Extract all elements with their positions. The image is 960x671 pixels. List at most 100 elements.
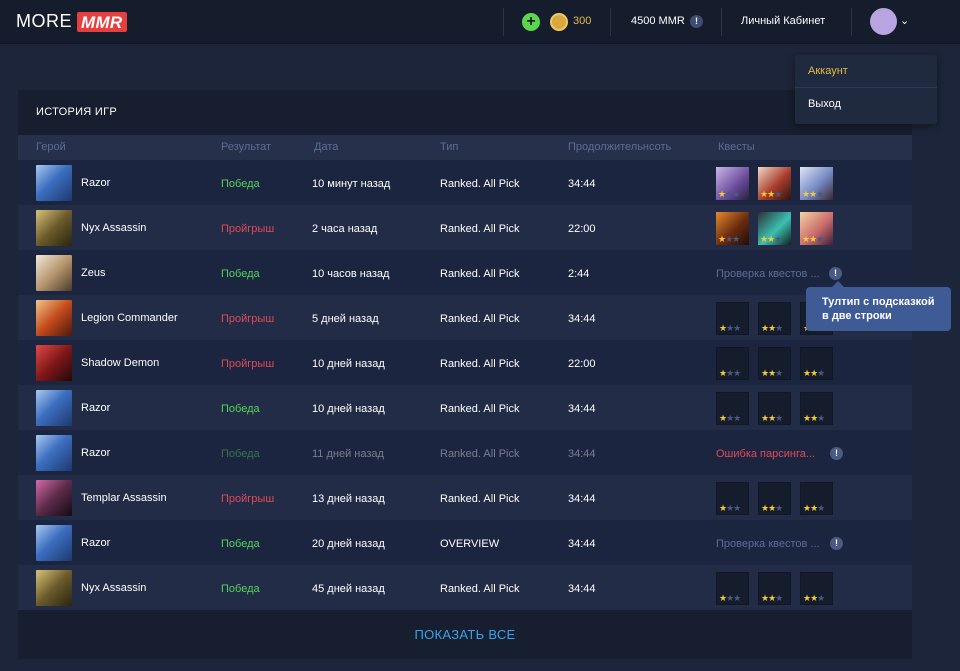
logo-text: MORE	[16, 11, 72, 31]
hero-portrait	[36, 435, 72, 471]
match-duration: 22:00	[568, 223, 596, 235]
table-row[interactable]: Templar Assassin Пройгрыш 13 дней назад …	[18, 475, 912, 520]
quest-slot[interactable]: ★★★	[800, 347, 833, 380]
panel-title: ИСТОРИЯ ИГР	[36, 106, 118, 118]
match-date: 10 дней назад	[312, 403, 385, 415]
hero-portrait	[36, 390, 72, 426]
column-header-duration: Продолжительнсоть	[568, 141, 672, 153]
column-header-date: Дата	[314, 141, 339, 153]
game-history-panel: ИСТОРИЯ ИГР Герой Результат Дата Тип Про…	[18, 90, 912, 659]
menu-divider	[795, 87, 937, 88]
quest-icon[interactable]: ★★★	[758, 212, 791, 245]
hero-portrait	[36, 255, 72, 291]
table-row[interactable]: Nyx Assassin Пройгрыш 2 часа назад Ranke…	[18, 205, 912, 250]
quest-icon[interactable]: ★★★	[800, 167, 833, 200]
show-all-button[interactable]: ПОКАЗАТЬ ВСЕ	[18, 627, 912, 642]
quest-slot[interactable]: ★★★	[716, 302, 749, 335]
match-type: Ranked. All Pick	[440, 493, 520, 505]
match-duration: 2:44	[568, 268, 590, 280]
table-row[interactable]: Razor Победа 10 дней назад Ranked. All P…	[18, 385, 912, 430]
match-type: Ranked. All Pick	[440, 403, 520, 415]
logo[interactable]: MORE MMR	[16, 11, 127, 32]
hero-portrait	[36, 300, 72, 336]
info-icon[interactable]: !	[830, 537, 843, 550]
hero-portrait	[36, 570, 72, 606]
match-duration: 34:44	[568, 448, 596, 460]
match-duration: 34:44	[568, 538, 596, 550]
quest-slot[interactable]: ★★★	[758, 482, 791, 515]
quest-slot[interactable]: ★★★	[716, 392, 749, 425]
hero-portrait	[36, 210, 72, 246]
hero-portrait	[36, 345, 72, 381]
header-divider	[610, 8, 611, 36]
table-row[interactable]: Razor Победа 11 дней назад Ranked. All P…	[18, 430, 912, 475]
table-row[interactable]: Razor Победа 20 дней назад OVERVIEW 34:4…	[18, 520, 912, 565]
quest-icon[interactable]: ★★★	[800, 212, 833, 245]
match-duration: 34:44	[568, 493, 596, 505]
match-date: 13 дней назад	[312, 493, 385, 505]
table-row[interactable]: Legion Commander Пройгрыш 5 дней назад R…	[18, 295, 912, 340]
hero-name: Templar Assassin	[81, 492, 167, 504]
quest-slot[interactable]: ★★★	[758, 572, 791, 605]
tooltip: Тултип с подсказкой в две строки	[806, 281, 951, 331]
column-header-hero: Герой	[36, 141, 66, 153]
tooltip-line: в две строки	[822, 310, 892, 322]
quest-slot[interactable]: ★★★	[758, 347, 791, 380]
quest-icon[interactable]: ★★★	[716, 212, 749, 245]
column-header-quests: Квесты	[718, 141, 755, 153]
match-date: 10 минут назад	[312, 178, 391, 190]
info-icon[interactable]: !	[830, 447, 843, 460]
quest-slot[interactable]: ★★★	[758, 302, 791, 335]
quest-slot[interactable]: ★★★	[758, 392, 791, 425]
hero-name: Razor	[81, 537, 111, 549]
menu-item-account[interactable]: Аккаунт	[808, 65, 848, 77]
match-date: 45 дней назад	[312, 583, 385, 595]
match-type: Ranked. All Pick	[440, 223, 520, 235]
hero-name: Razor	[81, 402, 111, 414]
table-header: Герой Результат Дата Тип Продолжительнсо…	[18, 135, 912, 160]
column-header-type: Тип	[440, 141, 459, 153]
match-type: Ranked. All Pick	[440, 178, 520, 190]
info-icon[interactable]: !	[690, 15, 703, 28]
quest-slot[interactable]: ★★★	[716, 347, 749, 380]
add-coins-button[interactable]: +	[522, 13, 540, 31]
hero-name: Nyx Assassin	[81, 582, 147, 594]
match-type: OVERVIEW	[440, 538, 500, 550]
quest-icon[interactable]: ★★★	[758, 167, 791, 200]
hero-name: Razor	[81, 447, 111, 459]
quest-slot[interactable]: ★★★	[716, 482, 749, 515]
table-row[interactable]: Nyx Assassin Победа 45 дней назад Ranked…	[18, 565, 912, 610]
table-row[interactable]: Shadow Demon Пройгрыш 10 дней назад Rank…	[18, 340, 912, 385]
hero-name: Razor	[81, 177, 111, 189]
quest-slot[interactable]: ★★★	[800, 572, 833, 605]
chevron-down-icon[interactable]: ⌄	[900, 14, 909, 27]
quest-slot[interactable]: ★★★	[800, 392, 833, 425]
column-header-result: Результат	[221, 141, 272, 153]
quest-status-text: Проверка квестов ...	[716, 268, 820, 280]
info-icon[interactable]: !	[829, 267, 842, 280]
personal-cabinet-link[interactable]: Личный Кабинет	[741, 15, 825, 27]
match-type: Ranked. All Pick	[440, 358, 520, 370]
match-date: 2 часа назад	[312, 223, 378, 235]
tooltip-line: Тултип с подсказкой	[822, 296, 935, 308]
quest-icon[interactable]: ★★★	[716, 167, 749, 200]
quest-slot[interactable]: ★★★	[716, 572, 749, 605]
match-result: Пройгрыш	[221, 493, 275, 505]
match-result: Победа	[221, 448, 260, 460]
menu-item-logout[interactable]: Выход	[808, 98, 841, 110]
match-date: 5 дней назад	[312, 313, 379, 325]
match-type: Ranked. All Pick	[440, 313, 520, 325]
logo-badge: MMR	[77, 11, 127, 32]
avatar[interactable]	[870, 8, 897, 35]
quest-slot[interactable]: ★★★	[800, 482, 833, 515]
quest-error-text: Ошибка парсинга...	[716, 448, 816, 460]
hero-name: Shadow Demon	[81, 357, 160, 369]
match-result: Победа	[221, 268, 260, 280]
match-type: Ranked. All Pick	[440, 268, 520, 280]
match-result: Победа	[221, 178, 260, 190]
table-row[interactable]: Zeus Победа 10 часов назад Ranked. All P…	[18, 250, 912, 295]
match-date: 20 дней назад	[312, 538, 385, 550]
hero-portrait	[36, 480, 72, 516]
match-type: Ranked. All Pick	[440, 583, 520, 595]
table-row[interactable]: Razor Победа 10 минут назад Ranked. All …	[18, 160, 912, 205]
